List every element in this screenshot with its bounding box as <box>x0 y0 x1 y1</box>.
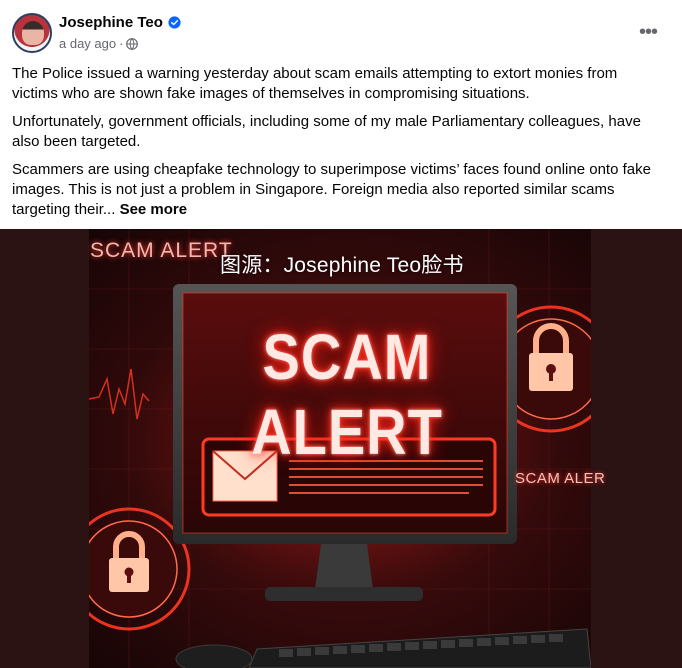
image-letterbox-left <box>0 229 89 668</box>
globe-icon[interactable] <box>126 37 139 50</box>
more-options-button[interactable]: ••• <box>630 17 666 47</box>
post-image[interactable]: SCAM ALERT SCAM ALERT SCAM ALER 图源：Josep… <box>0 229 682 668</box>
meta-separator: · <box>119 36 124 51</box>
scam-alert-corner-text: SCAM ALERT <box>90 239 233 262</box>
post-paragraph: The Police issued a warning yesterday ab… <box>12 65 618 102</box>
more-options-icon: ••• <box>638 20 658 43</box>
avatar-portrait <box>22 21 44 45</box>
post-body: The Police issued a warning yesterday ab… <box>12 64 662 228</box>
post-timestamp[interactable]: a day ago <box>59 36 116 51</box>
facebook-post: Josephine Teo a day ago · ••• The Police… <box>0 0 682 668</box>
post-paragraph-text: Scammers are using cheapfake technology … <box>12 161 651 218</box>
mouse-icon <box>175 644 253 668</box>
see-more-link[interactable]: See more <box>120 201 188 218</box>
author-name-link[interactable]: Josephine Teo <box>59 14 181 31</box>
post-paragraph: Scammers are using cheapfake technology … <box>12 160 662 220</box>
keyboard-icon <box>248 628 591 668</box>
post-paragraph: Unfortunately, government officials, inc… <box>12 113 641 150</box>
verified-badge-icon <box>168 16 181 29</box>
author-avatar[interactable] <box>12 13 52 53</box>
post-header: Josephine Teo a day ago · ••• <box>0 0 682 62</box>
image-letterbox-right <box>591 229 682 668</box>
author-name: Josephine Teo <box>59 14 163 31</box>
scam-alert-side-text: SCAM ALER <box>515 470 606 487</box>
scam-alert-screen-title: SCAM ALERT <box>251 320 443 468</box>
image-source-caption: 图源：Josephine Teo脸书 <box>220 254 464 277</box>
post-meta: a day ago · <box>59 36 139 51</box>
